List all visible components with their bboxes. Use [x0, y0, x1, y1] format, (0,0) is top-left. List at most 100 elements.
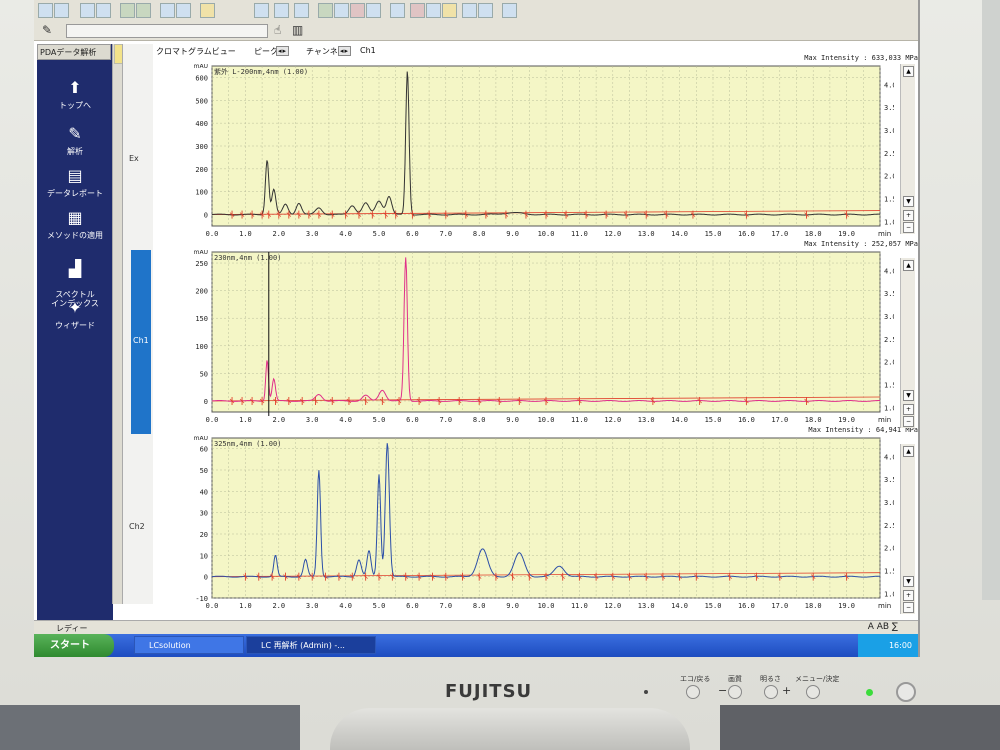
table-icon[interactable]	[160, 3, 175, 18]
y2-tick-label: 3.0	[884, 499, 894, 507]
x-tick-label: 5.0	[373, 416, 386, 424]
toolbar-icon-1[interactable]	[38, 3, 53, 18]
x-tick-label: 11.0	[571, 230, 588, 238]
x-tick-label: 7.0	[439, 602, 452, 610]
label-ch2: Ch2	[129, 522, 145, 531]
task-lcsolution[interactable]: LCsolution	[134, 636, 244, 654]
x-tick-label: 15.0	[705, 230, 722, 238]
menu-button[interactable]	[806, 685, 820, 699]
undo-icon[interactable]	[254, 3, 269, 18]
tool-icon-7[interactable]	[390, 3, 405, 18]
chart-icon-1[interactable]	[120, 3, 135, 18]
pin-icon[interactable]: ✎	[42, 23, 52, 37]
y-tick-label: 20	[200, 531, 208, 539]
y-tick-label: 150	[195, 315, 208, 323]
chromatogram-ex[interactable]: 0 100 200 300 400 500 600 0.0 1.0 2.0 3.0 4.0 5.0 6.0…	[152, 64, 894, 250]
y2-tick-label: 2.5	[884, 522, 894, 530]
tool-icon-8[interactable]	[410, 3, 425, 18]
up-arrow-icon: ⬆	[68, 78, 82, 97]
grid-icon[interactable]	[176, 3, 191, 18]
command-field[interactable]	[66, 24, 268, 38]
x-tick-label: 9.0	[506, 230, 519, 238]
nav-item-top[interactable]: ⬆ トップへ	[37, 78, 113, 111]
status-icons[interactable]: A AB ∑	[868, 622, 898, 632]
y-axis-unit: mAU	[194, 64, 208, 70]
eco-button[interactable]	[686, 685, 700, 699]
scroll-down-icon[interactable]: ▼	[903, 196, 914, 207]
help-icon[interactable]	[200, 3, 215, 18]
desk-left	[0, 705, 300, 750]
zoom-out-icon[interactable]: −	[903, 222, 914, 233]
nav-item-wizard[interactable]: ✦ ウィザード	[37, 298, 113, 331]
zoom-out-icon[interactable]: −	[903, 602, 914, 613]
zoom-out-icon[interactable]: −	[903, 416, 914, 427]
zoom-in-icon[interactable]: +	[903, 404, 914, 415]
tool-icon-5[interactable]	[350, 3, 365, 18]
x-tick-label: 18.0	[805, 416, 822, 424]
x-tick-label: 18.0	[805, 230, 822, 238]
hand-icon[interactable]: ☝	[274, 23, 281, 37]
tool-icon-3[interactable]	[318, 3, 333, 18]
x-axis-unit: min	[878, 602, 891, 610]
scroll-down-icon[interactable]: ▼	[903, 390, 914, 401]
y2-tick-label: 1.5	[884, 196, 894, 204]
label-ch1-selected[interactable]: Ch1	[131, 250, 151, 434]
x-tick-label: 16.0	[738, 602, 755, 610]
nav-item-data-report[interactable]: ▤ データレポート	[37, 166, 113, 199]
x-tick-label: 4.0	[339, 416, 352, 424]
save-icon[interactable]	[54, 3, 69, 18]
series-legend: 230nm,4nm (1.00)	[214, 254, 281, 262]
chart-icon-2[interactable]	[136, 3, 151, 18]
x-tick-label: 0.0	[206, 416, 219, 424]
tool-icon-10[interactable]	[442, 3, 457, 18]
max-intensity-ex: Max Intensity : 633,033 MPa	[804, 54, 918, 62]
x-tick-label: 14.0	[671, 602, 688, 610]
method-icon: ▦	[67, 208, 83, 227]
power-button[interactable]	[896, 682, 916, 702]
plus-sign: +	[782, 684, 792, 697]
y-tick-label: 200	[195, 288, 208, 296]
x-tick-label: 8.0	[473, 602, 486, 610]
scroll-down-icon[interactable]: ▼	[903, 576, 914, 587]
report-icon: ▤	[67, 166, 83, 185]
y2-tick-label: 2.0	[884, 173, 894, 181]
scroll-up-icon[interactable]: ▲	[903, 260, 914, 271]
scroll-up-icon[interactable]: ▲	[903, 446, 914, 457]
chart-panel-ch2: Max Intensity : 64,941 MPa -10 0 10 20 30 40 5…	[152, 426, 918, 622]
chromatogram-ch1[interactable]: 0 50 100 150 200 250 0.0 1.0 2.0 3.0 4.0 5.0 6.0 7.0 8…	[152, 250, 894, 436]
tool-icon-1[interactable]	[274, 3, 289, 18]
tool-icon-6[interactable]	[366, 3, 381, 18]
tool-icon-2[interactable]	[294, 3, 309, 18]
zoom-in-icon[interactable]: +	[903, 590, 914, 601]
x-tick-label: 10.0	[538, 230, 555, 238]
preview-icon[interactable]	[96, 3, 111, 18]
x-tick-label: 12.0	[604, 230, 621, 238]
y2-tick-label: 2.5	[884, 150, 894, 158]
scrollbar-ch1[interactable]: ▲ ▼ + −	[900, 258, 915, 428]
scrollbar-ex[interactable]: ▲ ▼ + −	[900, 64, 915, 234]
picture-button[interactable]	[728, 685, 742, 699]
y-axis-unit: mAU	[194, 436, 208, 442]
scroll-up-icon[interactable]: ▲	[903, 66, 914, 77]
bars-icon[interactable]: ▥	[292, 23, 303, 37]
brightness-button[interactable]	[764, 685, 778, 699]
print-icon[interactable]	[80, 3, 95, 18]
start-button[interactable]: スタート	[34, 634, 114, 657]
tool-icon-4[interactable]	[334, 3, 349, 18]
scrollbar-ch2[interactable]: ▲ ▼ + −	[900, 444, 915, 614]
sensor-dot	[644, 690, 648, 694]
nav-item-method[interactable]: ▦ メソッドの適用	[37, 208, 113, 241]
chromatogram-ch2[interactable]: -1001020304050600.0 1.0 2.0 3.0 4.0 5.0 6.0 7.0…	[152, 436, 894, 622]
nav-item-analysis[interactable]: ✎ 解析	[37, 124, 113, 157]
tool-icon-11[interactable]	[462, 3, 477, 18]
y2-tick-label: 3.0	[884, 313, 894, 321]
tool-icon-12[interactable]	[478, 3, 493, 18]
tool-icon-9[interactable]	[426, 3, 441, 18]
tool-icon-13[interactable]	[502, 3, 517, 18]
status-text: レディー	[56, 624, 88, 633]
task-lc-reanalysis[interactable]: LC 再解析 (Admin) -...	[246, 636, 376, 654]
y2-tick-label: 4.0	[884, 453, 894, 461]
zoom-in-icon[interactable]: +	[903, 210, 914, 221]
y2-tick-label: 4.0	[884, 267, 894, 275]
y-tick-label: 0	[204, 398, 208, 406]
